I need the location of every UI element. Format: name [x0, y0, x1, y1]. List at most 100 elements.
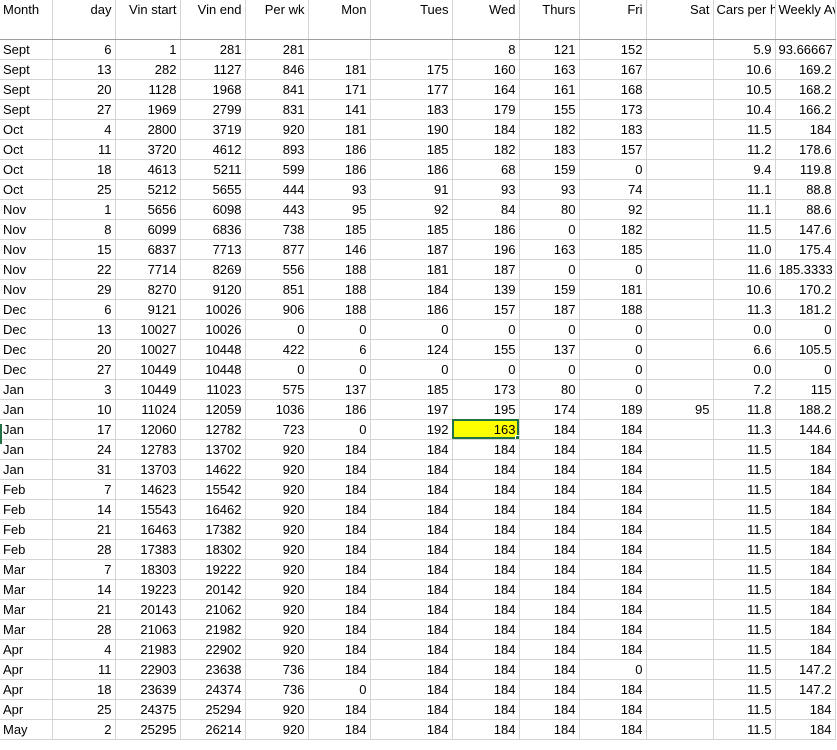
cell-tues[interactable]: 177	[370, 79, 453, 100]
cell-fri[interactable]: 0	[579, 339, 647, 360]
cell-month[interactable]: Feb	[0, 479, 53, 500]
cell-weekly-average[interactable]: 184	[775, 539, 836, 560]
cell-tues[interactable]: 183	[370, 99, 453, 120]
cell-cars-per-hour[interactable]: 11.5	[713, 659, 776, 680]
cell-cars-per-hour[interactable]: 11.1	[713, 179, 776, 200]
cell-tues[interactable]: 184	[370, 499, 453, 520]
cell-weekly-average[interactable]: 144.6	[775, 419, 836, 440]
cell-wed[interactable]: 187	[452, 259, 520, 280]
cell-mon[interactable]: 188	[308, 299, 371, 320]
cell-vin-start[interactable]: 18303	[115, 559, 181, 580]
cell-vin-end[interactable]: 11023	[180, 379, 246, 400]
cell-fri[interactable]: 184	[579, 619, 647, 640]
cell-day[interactable]: 17	[52, 419, 116, 440]
cell-thurs[interactable]: 184	[519, 719, 580, 740]
cell-mon[interactable]: 184	[308, 439, 371, 460]
cell-sat[interactable]	[646, 219, 714, 240]
cell-sat[interactable]	[646, 259, 714, 280]
cell-cars-per-hour[interactable]: 7.2	[713, 379, 776, 400]
cell-mon[interactable]: 171	[308, 79, 371, 100]
cell-mon[interactable]: 95	[308, 199, 371, 220]
header-cars-per-hour[interactable]: Cars per hour	[713, 0, 776, 40]
cell-month[interactable]: Mar	[0, 579, 53, 600]
cell-tues[interactable]: 192	[370, 419, 453, 440]
cell-vin-end[interactable]: 3719	[180, 119, 246, 140]
cell-wed[interactable]: 184	[452, 479, 520, 500]
cell-tues[interactable]: 184	[370, 639, 453, 660]
cell-tues[interactable]: 124	[370, 339, 453, 360]
cell-vin-end[interactable]: 5211	[180, 159, 246, 180]
cell-tues[interactable]: 0	[370, 359, 453, 380]
cell-wed[interactable]: 184	[452, 599, 520, 620]
cell-month[interactable]: Feb	[0, 499, 53, 520]
cell-wed[interactable]: 195	[452, 399, 520, 420]
cell-month[interactable]: Sept	[0, 79, 53, 100]
header-fri[interactable]: Fri	[579, 0, 647, 40]
cell-tues[interactable]: 190	[370, 119, 453, 140]
cell-tues[interactable]: 184	[370, 459, 453, 480]
cell-day[interactable]: 28	[52, 539, 116, 560]
cell-vin-end[interactable]: 26214	[180, 719, 246, 740]
cell-vin-end[interactable]: 16462	[180, 499, 246, 520]
cell-vin-end[interactable]: 4612	[180, 139, 246, 160]
cell-cars-per-hour[interactable]: 11.5	[713, 439, 776, 460]
cell-month[interactable]: Jan	[0, 419, 53, 440]
cell-per-wk[interactable]: 831	[245, 99, 309, 120]
cell-day[interactable]: 10	[52, 399, 116, 420]
cell-per-wk[interactable]: 906	[245, 299, 309, 320]
cell-cars-per-hour[interactable]: 11.5	[713, 119, 776, 140]
header-vin-start[interactable]: Vin start	[115, 0, 181, 40]
cell-month[interactable]: Nov	[0, 259, 53, 280]
cell-tues[interactable]	[370, 39, 453, 60]
cell-vin-start[interactable]: 16463	[115, 519, 181, 540]
cell-fri[interactable]: 184	[579, 579, 647, 600]
cell-month[interactable]: Dec	[0, 299, 53, 320]
cell-vin-start[interactable]: 1969	[115, 99, 181, 120]
cell-tues[interactable]: 184	[370, 559, 453, 580]
cell-month[interactable]: Sept	[0, 99, 53, 120]
cell-tues[interactable]: 185	[370, 219, 453, 240]
cell-day[interactable]: 25	[52, 179, 116, 200]
cell-wed[interactable]: 184	[452, 679, 520, 700]
cell-vin-start[interactable]: 21063	[115, 619, 181, 640]
cell-fri[interactable]: 184	[579, 459, 647, 480]
cell-vin-end[interactable]: 23638	[180, 659, 246, 680]
cell-cars-per-hour[interactable]: 11.5	[713, 699, 776, 720]
cell-month[interactable]: Mar	[0, 599, 53, 620]
cell-sat[interactable]	[646, 59, 714, 80]
cell-vin-start[interactable]: 12783	[115, 439, 181, 460]
cell-weekly-average[interactable]: 170.2	[775, 279, 836, 300]
cell-fri[interactable]: 167	[579, 59, 647, 80]
cell-wed[interactable]: 184	[452, 719, 520, 740]
cell-sat[interactable]	[646, 279, 714, 300]
cell-thurs[interactable]: 182	[519, 119, 580, 140]
cell-fri[interactable]: 184	[579, 639, 647, 660]
cell-per-wk[interactable]: 846	[245, 59, 309, 80]
cell-day[interactable]: 13	[52, 59, 116, 80]
cell-per-wk[interactable]: 851	[245, 279, 309, 300]
cell-vin-start[interactable]: 6099	[115, 219, 181, 240]
cell-tues[interactable]: 184	[370, 719, 453, 740]
cell-month[interactable]: Sept	[0, 59, 53, 80]
cell-fri[interactable]: 184	[579, 719, 647, 740]
cell-mon[interactable]: 184	[308, 539, 371, 560]
cell-per-wk[interactable]: 599	[245, 159, 309, 180]
cell-per-wk[interactable]: 281	[245, 39, 309, 60]
cell-wed[interactable]: 184	[452, 699, 520, 720]
cell-per-wk[interactable]: 736	[245, 679, 309, 700]
cell-day[interactable]: 6	[52, 299, 116, 320]
cell-vin-start[interactable]: 2800	[115, 119, 181, 140]
cell-day[interactable]: 3	[52, 379, 116, 400]
cell-per-wk[interactable]: 920	[245, 119, 309, 140]
cell-tues[interactable]: 181	[370, 259, 453, 280]
cell-sat[interactable]	[646, 639, 714, 660]
cell-weekly-average[interactable]: 147.6	[775, 219, 836, 240]
cell-weekly-average[interactable]: 184	[775, 579, 836, 600]
cell-thurs[interactable]: 155	[519, 99, 580, 120]
cell-cars-per-hour[interactable]: 11.3	[713, 299, 776, 320]
cell-sat[interactable]	[646, 339, 714, 360]
cell-month[interactable]: Nov	[0, 219, 53, 240]
cell-fri[interactable]: 0	[579, 379, 647, 400]
cell-mon[interactable]: 137	[308, 379, 371, 400]
cell-day[interactable]: 27	[52, 99, 116, 120]
